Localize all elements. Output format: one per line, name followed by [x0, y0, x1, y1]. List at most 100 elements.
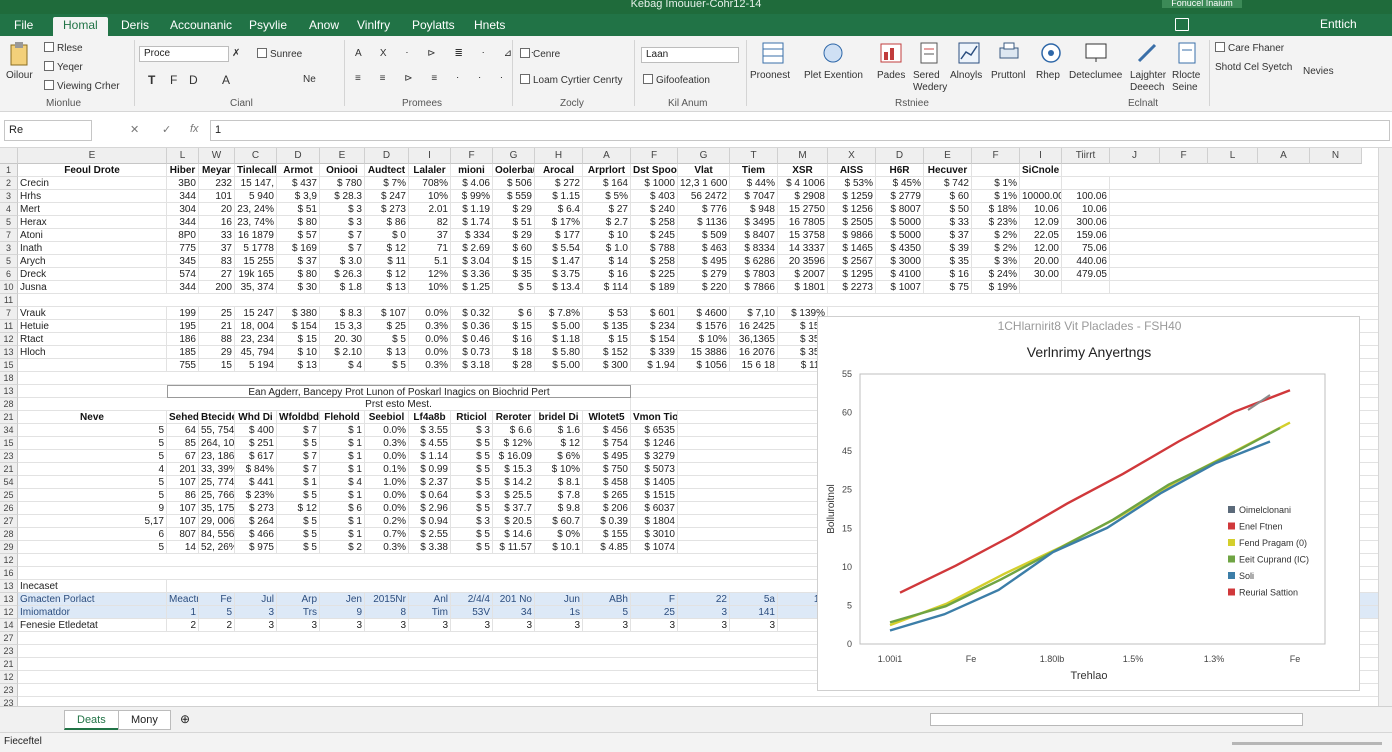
column-header[interactable]: W	[199, 148, 235, 164]
cell[interactable]: 3	[409, 619, 451, 632]
cell[interactable]: H6R	[876, 164, 924, 177]
cell[interactable]: 344	[167, 216, 199, 229]
cell[interactable]: $ 5000	[876, 229, 924, 242]
cell[interactable]: $ 506	[493, 177, 535, 190]
cell[interactable]: Hecuver	[924, 164, 972, 177]
row-header[interactable]: 11	[0, 320, 18, 333]
cell[interactable]: $ 220	[678, 281, 730, 294]
cell[interactable]: $ 3.0	[320, 255, 365, 268]
cell[interactable]: 0.0%	[365, 450, 409, 463]
cell[interactable]: $ 4.55	[409, 437, 451, 450]
cell[interactable]: $ 16	[493, 333, 535, 346]
note-icon[interactable]	[1176, 42, 1198, 64]
cell[interactable]: $ 5	[277, 489, 320, 502]
ribbon-button-6[interactable]: Pruttonl	[991, 70, 1025, 81]
column-header[interactable]: I	[409, 148, 451, 164]
cell[interactable]: 37	[409, 229, 451, 242]
cell[interactable]: $ 1405	[631, 476, 678, 489]
cell[interactable]: $ 11.57	[493, 541, 535, 554]
cell[interactable]: 3	[583, 619, 631, 632]
cell[interactable]: 53V	[451, 606, 493, 619]
cell[interactable]: 22	[678, 593, 730, 606]
row-header[interactable]: 34	[0, 424, 18, 437]
cell[interactable]: 3	[493, 619, 535, 632]
cell[interactable]: $ 37.7	[493, 502, 535, 515]
ribbon-button-5[interactable]: Alnoyls	[950, 70, 982, 81]
cell[interactable]: 64	[167, 424, 199, 437]
cell[interactable]: $ 60	[924, 190, 972, 203]
column-header[interactable]: T	[730, 148, 778, 164]
cell[interactable]: $ 1	[320, 424, 365, 437]
cell[interactable]: 755	[167, 359, 199, 372]
cell[interactable]: 10.06	[1062, 203, 1110, 216]
cell[interactable]: $ 86	[365, 216, 409, 229]
cell[interactable]: 12.00	[1020, 242, 1062, 255]
cell[interactable]: $ 16.09	[493, 450, 535, 463]
row-header[interactable]: 21	[0, 463, 18, 476]
underline-button[interactable]: D	[189, 73, 198, 87]
cell[interactable]: 185	[167, 346, 199, 359]
cell[interactable]: $ 463	[678, 242, 730, 255]
cell[interactable]: 20.00	[1020, 255, 1062, 268]
cell[interactable]: $ 6286	[730, 255, 778, 268]
cell[interactable]: $ 400	[235, 424, 277, 437]
cell[interactable]: $ 617	[235, 450, 277, 463]
cell[interactable]: 100.06	[1062, 190, 1110, 203]
table-row[interactable]: Arych 345 83 15 255 $ 37 $ 3.0 $ 11 5.1 $ 3.04 $ …	[18, 255, 1378, 268]
cell[interactable]: Arych	[18, 255, 167, 268]
cell[interactable]: 199	[167, 307, 199, 320]
cell[interactable]: $ 5000	[876, 216, 924, 229]
sheet-tab-2[interactable]: Mony	[118, 710, 171, 730]
cell[interactable]: $ 10	[277, 346, 320, 359]
cell[interactable]: $ 6	[493, 307, 535, 320]
alignment-row-2[interactable]: ≡ ≡ ⊳ ≡ ⋅ ⋅ ⋅	[355, 73, 511, 84]
row-header[interactable]: 28	[0, 398, 18, 411]
paste-icon[interactable]	[8, 42, 30, 68]
cell[interactable]: Hetuie	[18, 320, 167, 333]
cell[interactable]: Herax	[18, 216, 167, 229]
column-header[interactable]: L	[1208, 148, 1258, 164]
cell[interactable]: $ 1804	[631, 515, 678, 528]
cell[interactable]: 23, 234	[235, 333, 277, 346]
select-all-corner[interactable]	[0, 148, 18, 164]
cell[interactable]: 195	[167, 320, 199, 333]
cell[interactable]: 0.3%	[365, 541, 409, 554]
cell[interactable]: 22.05	[1020, 229, 1062, 242]
table-icon[interactable]	[762, 42, 784, 64]
cell[interactable]: $ 1	[320, 450, 365, 463]
cell[interactable]: $ 27	[583, 203, 631, 216]
cell[interactable]: $ 19%	[972, 281, 1020, 294]
column-header[interactable]: M	[778, 148, 828, 164]
ribbon-button-1[interactable]: Proonest	[750, 70, 790, 81]
cell[interactable]: Jul	[235, 593, 277, 606]
cell[interactable]: $ 99%	[451, 190, 493, 203]
row-header[interactable]: 10	[0, 281, 18, 294]
cell[interactable]	[1062, 177, 1110, 190]
cell[interactable]: $ 437	[277, 177, 320, 190]
table-row[interactable]: Herax 344 16 23, 74% $ 80 $ 3 $ 86 82 $ 1.74 $ 51…	[18, 216, 1378, 229]
cell[interactable]: Imiomatdor	[18, 606, 167, 619]
cell[interactable]: 264, 103	[199, 437, 235, 450]
cell[interactable]: $ 84%	[235, 463, 277, 476]
cell[interactable]: Vrauk	[18, 307, 167, 320]
font-name-dropdown[interactable]: Proce	[139, 46, 229, 62]
cell[interactable]: $ 13	[277, 359, 320, 372]
ribbon-right-big[interactable]: Nevies	[1303, 66, 1334, 77]
cell[interactable]: $ 1.15	[535, 190, 583, 203]
cell[interactable]: $ 5.54	[535, 242, 583, 255]
cell[interactable]: $ 3	[320, 203, 365, 216]
cell[interactable]: Whd Di	[235, 411, 277, 424]
cell[interactable]: $ 75	[924, 281, 972, 294]
cell[interactable]: $ 5	[365, 333, 409, 346]
cell[interactable]: Lf4a8b	[409, 411, 451, 424]
cell[interactable]: 107	[167, 515, 199, 528]
cell[interactable]: $ 0.94	[409, 515, 451, 528]
cell[interactable]: $ 154	[631, 333, 678, 346]
cell[interactable]: 10.06	[1020, 203, 1062, 216]
cell[interactable]: Arprlort	[583, 164, 631, 177]
style-item-conditional[interactable]: Loam Cyrtier Cenrty	[520, 74, 622, 86]
cell[interactable]: $ 13.4	[535, 281, 583, 294]
cell[interactable]: $ 456	[583, 424, 631, 437]
cell[interactable]: Atoni	[18, 229, 167, 242]
table-row[interactable]: Dreck 574 27 19k 165 $ 80 $ 26.3 $ 12 12% $ 3.36…	[18, 268, 1378, 281]
